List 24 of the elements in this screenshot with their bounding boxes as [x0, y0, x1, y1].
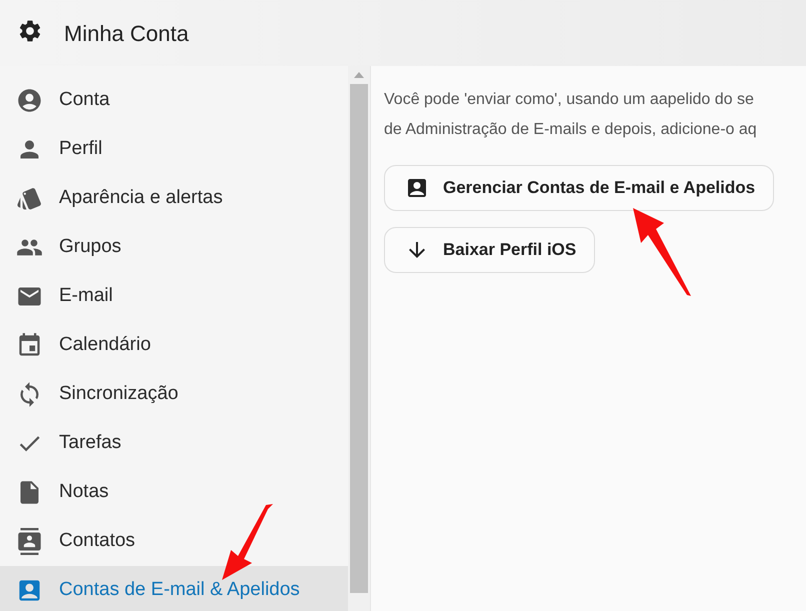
sidebar-item[interactable]: Aparência e alertas: [0, 174, 348, 223]
account-box-icon: [405, 176, 429, 200]
sidebar-item[interactable]: Conta: [0, 76, 348, 125]
contacts-icon: [16, 528, 43, 555]
scrollbar-thumb[interactable]: [350, 84, 368, 593]
action-button[interactable]: Gerenciar Contas de E-mail e Apelidos: [384, 165, 774, 211]
sidebar-item[interactable]: Tarefas: [0, 419, 348, 468]
sidebar-item[interactable]: Notas: [0, 468, 348, 517]
page-title: Minha Conta: [64, 20, 189, 48]
cards-icon: [16, 185, 43, 212]
scroll-up-icon[interactable]: [354, 72, 364, 78]
scrollbar[interactable]: [348, 66, 370, 611]
sidebar-item[interactable]: Grupos: [0, 223, 348, 272]
description-text: de Administração de E-mails e depois, adicione-o aq: [384, 120, 758, 140]
action-button[interactable]: Baixar Perfil iOS: [384, 227, 596, 273]
pointer-arrow-icon: [630, 205, 692, 297]
sidebar-item[interactable]: Sincronização: [0, 370, 348, 419]
sidebar-item[interactable]: Contatos: [0, 517, 348, 566]
sidebar-item[interactable]: Contas de E-mail & Apelidos: [0, 566, 348, 611]
description-text: Você pode 'enviar como', usando um aapelido do se: [384, 90, 755, 110]
sidebar-item[interactable]: Calendário: [0, 321, 348, 370]
sidebar-item[interactable]: E-mail: [0, 272, 348, 321]
sidebar-item[interactable]: Perfil: [0, 125, 348, 174]
settings-icon[interactable]: [17, 18, 43, 44]
